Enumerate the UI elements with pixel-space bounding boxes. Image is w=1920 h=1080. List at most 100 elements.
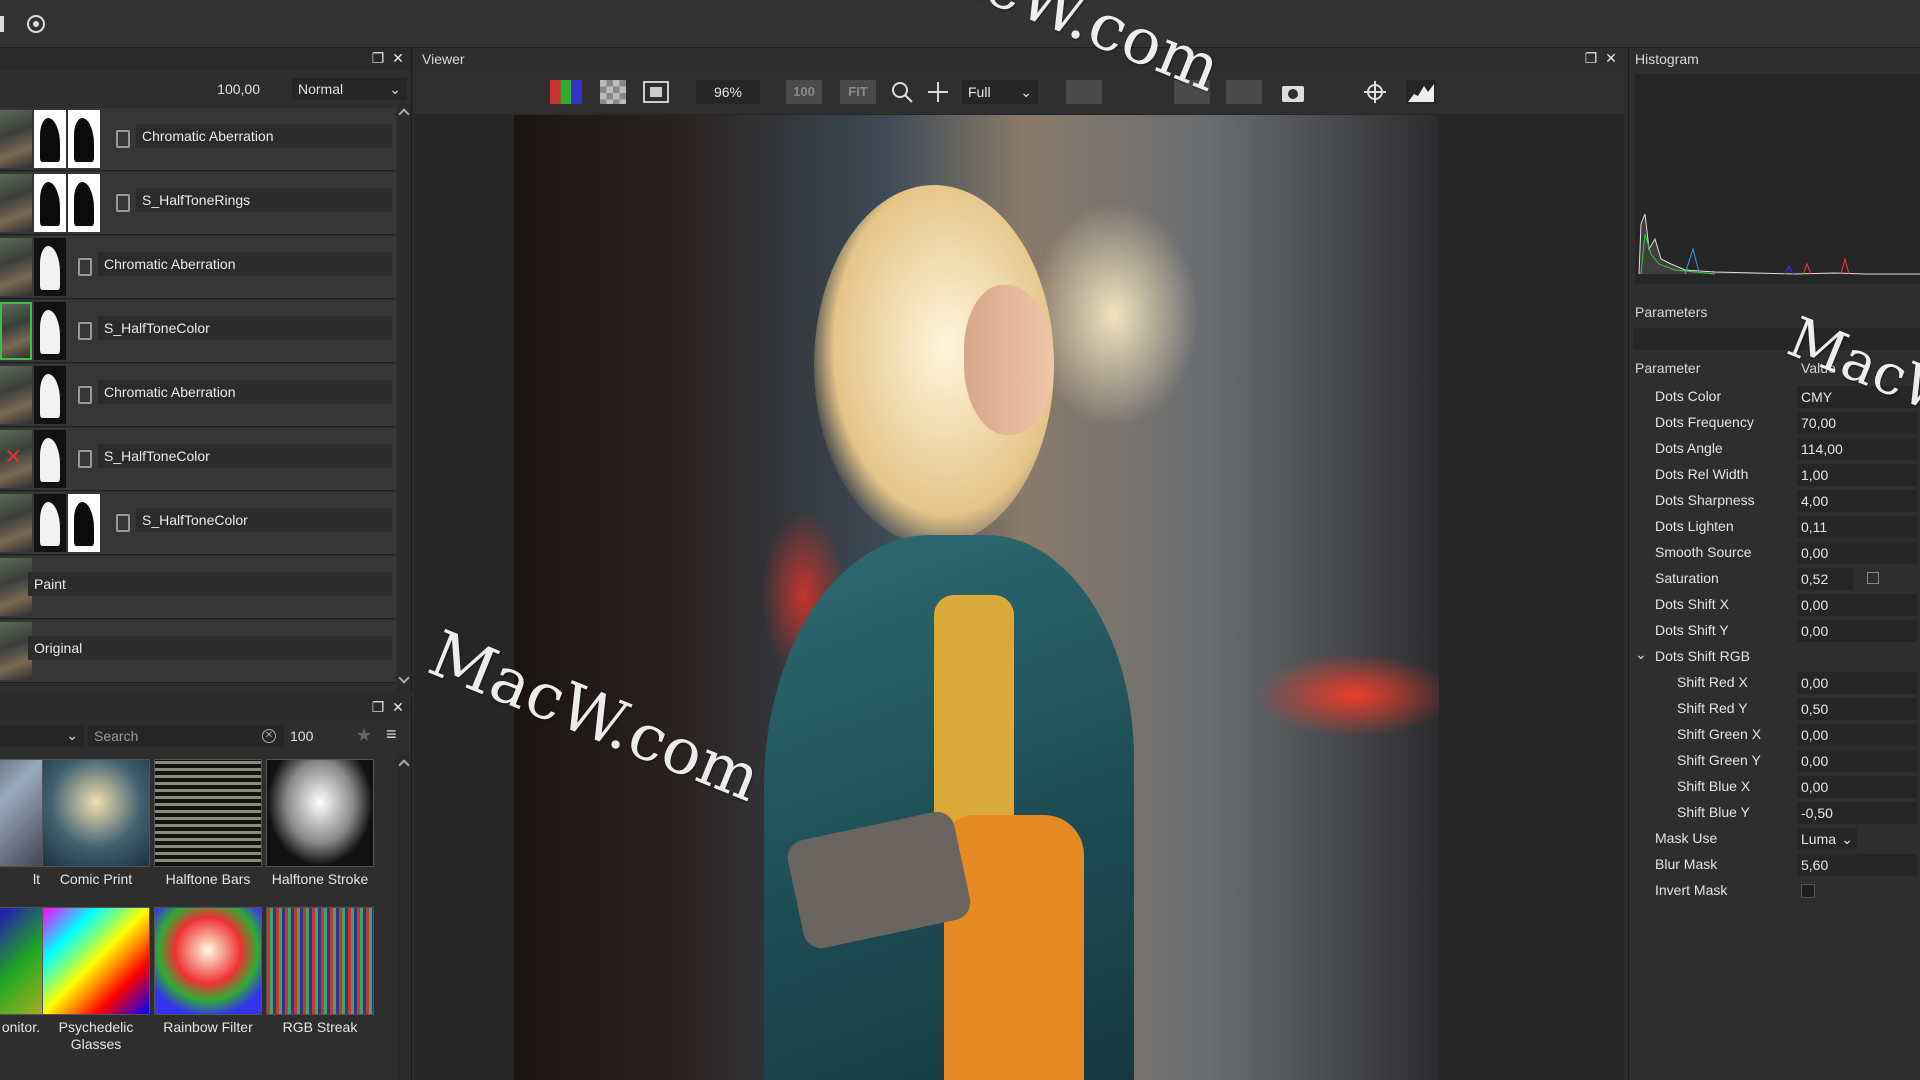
close-icon[interactable]: ✕: [391, 700, 405, 714]
scroll-up-icon[interactable]: [398, 759, 410, 771]
preset-category-select[interactable]: ⌄: [0, 725, 84, 747]
preset-label: Comic Print: [59, 871, 133, 887]
viewer-image[interactable]: [514, 115, 1439, 1080]
layer-name[interactable]: Chromatic Aberration: [98, 252, 392, 276]
layers-panel: ❐ ✕ 100,00 Normal ⌄ Chromatic Aberration S…: [0, 48, 412, 693]
lock-icon[interactable]: [78, 386, 92, 404]
parameter-value[interactable]: 0,52: [1797, 568, 1853, 590]
menu-icon[interactable]: ≡: [386, 724, 397, 745]
parameter-value[interactable]: 4,00: [1797, 490, 1917, 512]
layer-thumbnail: [0, 366, 32, 424]
zoom-100-button[interactable]: 100: [786, 80, 822, 104]
layer-name[interactable]: S_HalfToneColor: [136, 508, 392, 532]
layers-scrollbar[interactable]: [397, 104, 411, 692]
parameter-value[interactable]: 0,11: [1797, 516, 1917, 538]
layer-row[interactable]: Chromatic Aberration: [0, 108, 396, 171]
invert-mask-checkbox[interactable]: [1801, 884, 1815, 898]
lock-icon[interactable]: [116, 194, 130, 212]
thumbnail-size-field[interactable]: 100: [288, 725, 336, 747]
preset-tile[interactable]: onitor.: [0, 907, 44, 1036]
frame-icon[interactable]: [642, 80, 670, 104]
chevron-down-icon: ⌄: [1020, 84, 1032, 100]
scroll-down-icon[interactable]: [398, 672, 410, 684]
float-window-icon[interactable]: ❐: [371, 51, 385, 65]
blend-mode-select[interactable]: Normal ⌄: [292, 78, 407, 100]
parameter-value[interactable]: 0,00: [1797, 724, 1917, 746]
scroll-up-icon[interactable]: [398, 108, 410, 120]
layer-name[interactable]: S_HalfToneColor: [98, 444, 392, 468]
parameter-value[interactable]: 0,50: [1797, 698, 1917, 720]
layer-name[interactable]: Original: [28, 636, 392, 660]
camera-icon[interactable]: [1280, 80, 1306, 104]
layer-name[interactable]: Chromatic Aberration: [98, 380, 392, 404]
preset-tile[interactable]: Psychedelic Glasses: [42, 907, 150, 1053]
float-window-icon[interactable]: ❐: [371, 700, 385, 714]
lock-icon[interactable]: [116, 130, 130, 148]
parameter-value[interactable]: 0,00: [1797, 594, 1917, 616]
lock-icon[interactable]: [116, 514, 130, 532]
preset-tile[interactable]: Halftone Bars: [154, 759, 262, 888]
layer-name[interactable]: S_HalfToneRings: [136, 188, 392, 212]
parameter-value[interactable]: 5,60: [1797, 854, 1917, 876]
preset-thumbnail: [266, 759, 374, 867]
layer-row[interactable]: Chromatic Aberration: [0, 364, 396, 427]
clear-search-icon[interactable]: ✕: [262, 729, 276, 743]
parameter-value[interactable]: 0,00: [1797, 542, 1917, 564]
parameter-value[interactable]: 0,00: [1797, 620, 1917, 642]
star-icon[interactable]: ★: [356, 725, 372, 746]
rgb-channels-icon[interactable]: [550, 80, 582, 104]
layer-row[interactable]: ✕ S_HalfToneColor: [0, 428, 396, 491]
close-icon[interactable]: ✕: [391, 51, 405, 65]
layer-row[interactable]: Paint: [0, 556, 396, 619]
preset-tile[interactable]: RGB Streak: [266, 907, 374, 1036]
opacity-field[interactable]: 100,00: [180, 78, 290, 100]
histogram-toggle-icon[interactable]: [1406, 80, 1436, 104]
resolution-select[interactable]: Full ⌄: [962, 80, 1038, 104]
layer-name[interactable]: S_HalfToneColor: [98, 316, 392, 340]
zoom-field[interactable]: 96%: [696, 80, 760, 104]
parameter-group[interactable]: ⌄ Dots Shift RGB: [1629, 644, 1920, 670]
lock-icon[interactable]: [78, 450, 92, 468]
chevron-down-icon[interactable]: ⌄: [1635, 646, 1647, 663]
layer-name[interactable]: Paint: [28, 572, 392, 596]
mask-use-select[interactable]: Luma ⌄: [1797, 828, 1857, 850]
layer-row[interactable]: S_HalfToneColor: [0, 492, 396, 555]
parameter-name: Dots Shift Y: [1655, 622, 1729, 638]
layer-row[interactable]: S_HalfToneColor: [0, 300, 396, 363]
close-icon[interactable]: ✕: [1604, 51, 1618, 65]
zoom-icon[interactable]: [890, 80, 914, 104]
float-window-icon[interactable]: ❐: [1584, 51, 1598, 65]
blend-controls: 100,00 Normal ⌄: [0, 76, 412, 102]
ab-compare-button[interactable]: [1066, 80, 1102, 104]
keyframe-icon[interactable]: [1867, 572, 1879, 584]
layers-icon[interactable]: [0, 12, 18, 36]
layer-row[interactable]: Original: [0, 620, 396, 683]
layer-row[interactable]: Chromatic Aberration: [0, 236, 396, 299]
preset-tile[interactable]: lt: [0, 759, 44, 888]
settings-target-icon[interactable]: [24, 12, 48, 36]
layer-name[interactable]: Chromatic Aberration: [136, 124, 392, 148]
overlay-button[interactable]: [1226, 80, 1262, 104]
layer-thumbnail: [0, 238, 32, 296]
lock-icon[interactable]: [78, 258, 92, 276]
parameter-value[interactable]: 0,00: [1797, 672, 1917, 694]
preset-tile[interactable]: Rainbow Filter: [154, 907, 262, 1036]
parameter-value[interactable]: -0,50: [1797, 802, 1917, 824]
pan-icon[interactable]: [926, 80, 950, 104]
parameter-value[interactable]: 0,00: [1797, 750, 1917, 772]
alpha-checker-icon[interactable]: [600, 80, 626, 104]
preset-tile[interactable]: Comic Print: [42, 759, 150, 888]
zoom-fit-button[interactable]: FIT: [840, 80, 876, 104]
preset-tile[interactable]: Halftone Stroke: [266, 759, 374, 888]
parameter-value[interactable]: 70,00: [1797, 412, 1917, 434]
parameter-value[interactable]: 114,00: [1797, 438, 1917, 460]
parameter-value[interactable]: 0,00: [1797, 776, 1917, 798]
preset-thumbnail: [42, 759, 150, 867]
lock-icon[interactable]: [78, 322, 92, 340]
crosshair-icon[interactable]: [1362, 80, 1388, 104]
presets-scrollbar[interactable]: [397, 755, 411, 1080]
chevron-down-icon: ⌄: [1841, 831, 1853, 847]
parameter-value[interactable]: 1,00: [1797, 464, 1917, 486]
search-input[interactable]: [88, 725, 284, 747]
layer-row[interactable]: S_HalfToneRings: [0, 172, 396, 235]
